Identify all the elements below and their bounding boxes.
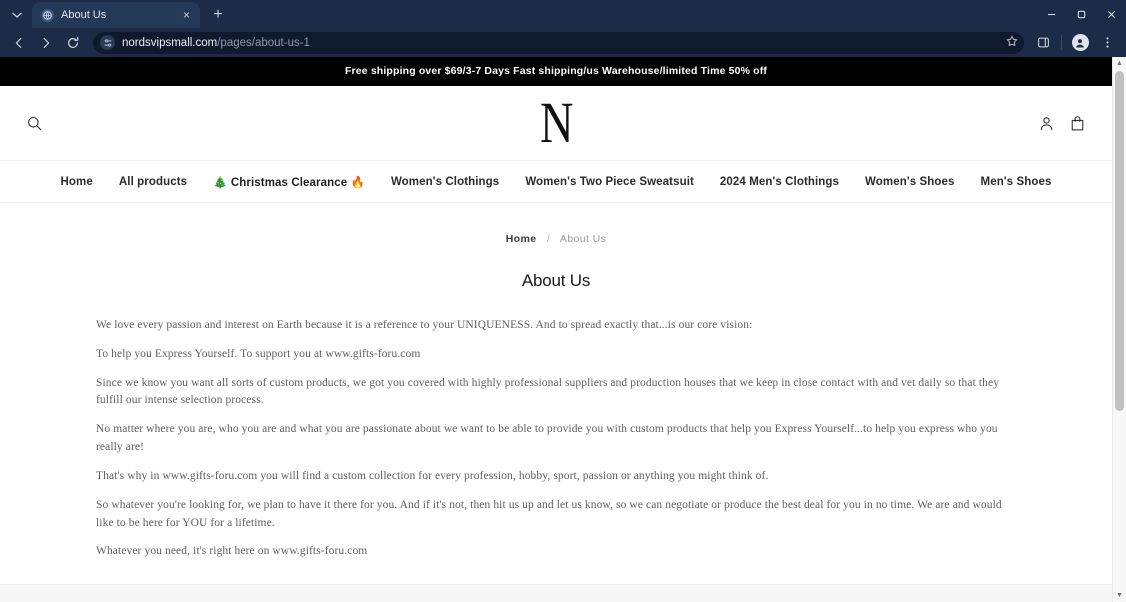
close-window-button[interactable] — [1096, 0, 1126, 28]
scrollbar-thumb[interactable] — [1115, 71, 1124, 411]
browser-menu-button[interactable] — [1094, 31, 1120, 55]
announcement-text: Free shipping over $69/3-7 Days Fast shi… — [344, 65, 768, 77]
url-text: nordsvipsmall.com/pages/about-us-1 — [122, 37, 999, 49]
window-controls — [1036, 0, 1126, 28]
address-bar[interactable]: nordsvipsmall.com/pages/about-us-1 — [93, 31, 1024, 54]
page-title: About Us — [521, 271, 591, 290]
page-scrollbar[interactable]: ▲ ▼ — [1112, 57, 1126, 602]
minimize-button[interactable] — [1036, 0, 1066, 28]
body-paragraph: To help you Express Yourself. To support… — [96, 347, 421, 360]
breadcrumb-home-link[interactable]: Home — [506, 233, 537, 245]
nav-item-all-products[interactable]: All products — [119, 176, 187, 188]
scroll-up-arrow-icon[interactable]: ▲ — [1113, 57, 1126, 70]
main-navigation: Home All products 🎄 Christmas Clearance … — [0, 161, 1112, 203]
side-panel-button[interactable] — [1030, 31, 1056, 55]
web-page: Free shipping over $69/3-7 Days Fast shi… — [0, 57, 1112, 602]
nav-item-2024-mens-clothings[interactable]: 2024 Men's Clothings — [720, 176, 839, 188]
announcement-bar: Free shipping over $69/3-7 Days Fast shi… — [0, 57, 1112, 86]
account-avatar-icon — [1071, 34, 1089, 51]
breadcrumb-separator: / — [546, 233, 551, 245]
profile-button[interactable] — [1067, 31, 1093, 55]
tab-close-button[interactable]: × — [179, 8, 194, 23]
forward-button[interactable] — [33, 31, 59, 55]
breadcrumb: Home / About Us — [0, 233, 1112, 245]
star-icon[interactable] — [1006, 35, 1018, 50]
nav-item-womens-two-piece-sweatsuit[interactable]: Women's Two Piece Sweatsuit — [525, 176, 694, 188]
reload-button[interactable] — [60, 31, 86, 55]
body-paragraph: Whatever you need, it's right here on ww… — [96, 545, 368, 558]
body-paragraph: That's why in www.gifts-foru.com you wil… — [96, 469, 769, 482]
body-paragraph: Since we know you want all sorts of cust… — [96, 376, 1000, 407]
scroll-down-arrow-icon[interactable]: ▼ — [1113, 589, 1126, 602]
logo-letter[interactable]: N — [540, 94, 574, 152]
page-content: Home / About Us About Us We love every p… — [0, 203, 1112, 602]
new-tab-button[interactable]: + — [205, 3, 231, 27]
browser-toolbar: nordsvipsmall.com/pages/about-us-1 — [0, 28, 1126, 57]
browser-window: About Us × + nordsvipsmall.com/pages/abo… — [0, 0, 1126, 602]
back-button[interactable] — [6, 31, 32, 55]
about-us-body: We love every passion and interest on Ea… — [0, 317, 1112, 561]
header-left-actions — [26, 115, 43, 132]
toolbar-right-actions — [1030, 31, 1120, 55]
tune-icon[interactable] — [100, 35, 115, 50]
body-paragraph: No matter where you are, who you are and… — [96, 423, 998, 454]
arrow-left-icon — [15, 37, 22, 48]
browser-tab[interactable]: About Us × — [32, 2, 200, 28]
url-path: /pages/about-us-1 — [217, 36, 310, 49]
site-footer: Company Info About Us Servce Terms of Se… — [0, 584, 1112, 602]
nav-item-mens-shoes[interactable]: Men's Shoes — [981, 176, 1052, 188]
account-icon[interactable] — [1038, 115, 1055, 132]
reload-icon — [68, 36, 79, 48]
url-host: nordsvipsmall.com — [122, 36, 218, 49]
maximize-button[interactable] — [1066, 0, 1096, 28]
side-panel-icon — [1037, 37, 1049, 48]
nav-item-womens-clothings[interactable]: Women's Clothings — [391, 176, 499, 188]
nav-item-womens-shoes[interactable]: Women's Shoes — [865, 176, 954, 188]
body-paragraph: We love every passion and interest on Ea… — [96, 319, 753, 331]
chevron-down-icon — [12, 12, 22, 18]
nav-item-christmas-clearance[interactable]: 🎄 Christmas Clearance 🔥 — [213, 175, 365, 189]
page-viewport: Free shipping over $69/3-7 Days Fast shi… — [0, 57, 1126, 602]
shopping-bag-icon[interactable] — [1069, 115, 1086, 132]
nav-item-home[interactable]: Home — [61, 176, 93, 188]
site-logo: N — [0, 86, 1112, 160]
tab-search-button[interactable] — [4, 4, 30, 26]
tab-title: About Us — [61, 9, 107, 21]
search-icon[interactable] — [26, 115, 43, 132]
globe-icon — [41, 8, 54, 22]
toolbar-divider — [1061, 35, 1062, 50]
tab-strip: About Us × + — [0, 0, 1126, 28]
three-dot-menu-icon — [1105, 37, 1109, 48]
breadcrumb-current: About Us — [559, 233, 607, 245]
body-paragraph: So whatever you're looking for, we plan … — [96, 498, 1002, 529]
site-header: N — [0, 86, 1112, 161]
arrow-right-icon — [43, 37, 50, 48]
header-right-actions — [1038, 115, 1086, 132]
